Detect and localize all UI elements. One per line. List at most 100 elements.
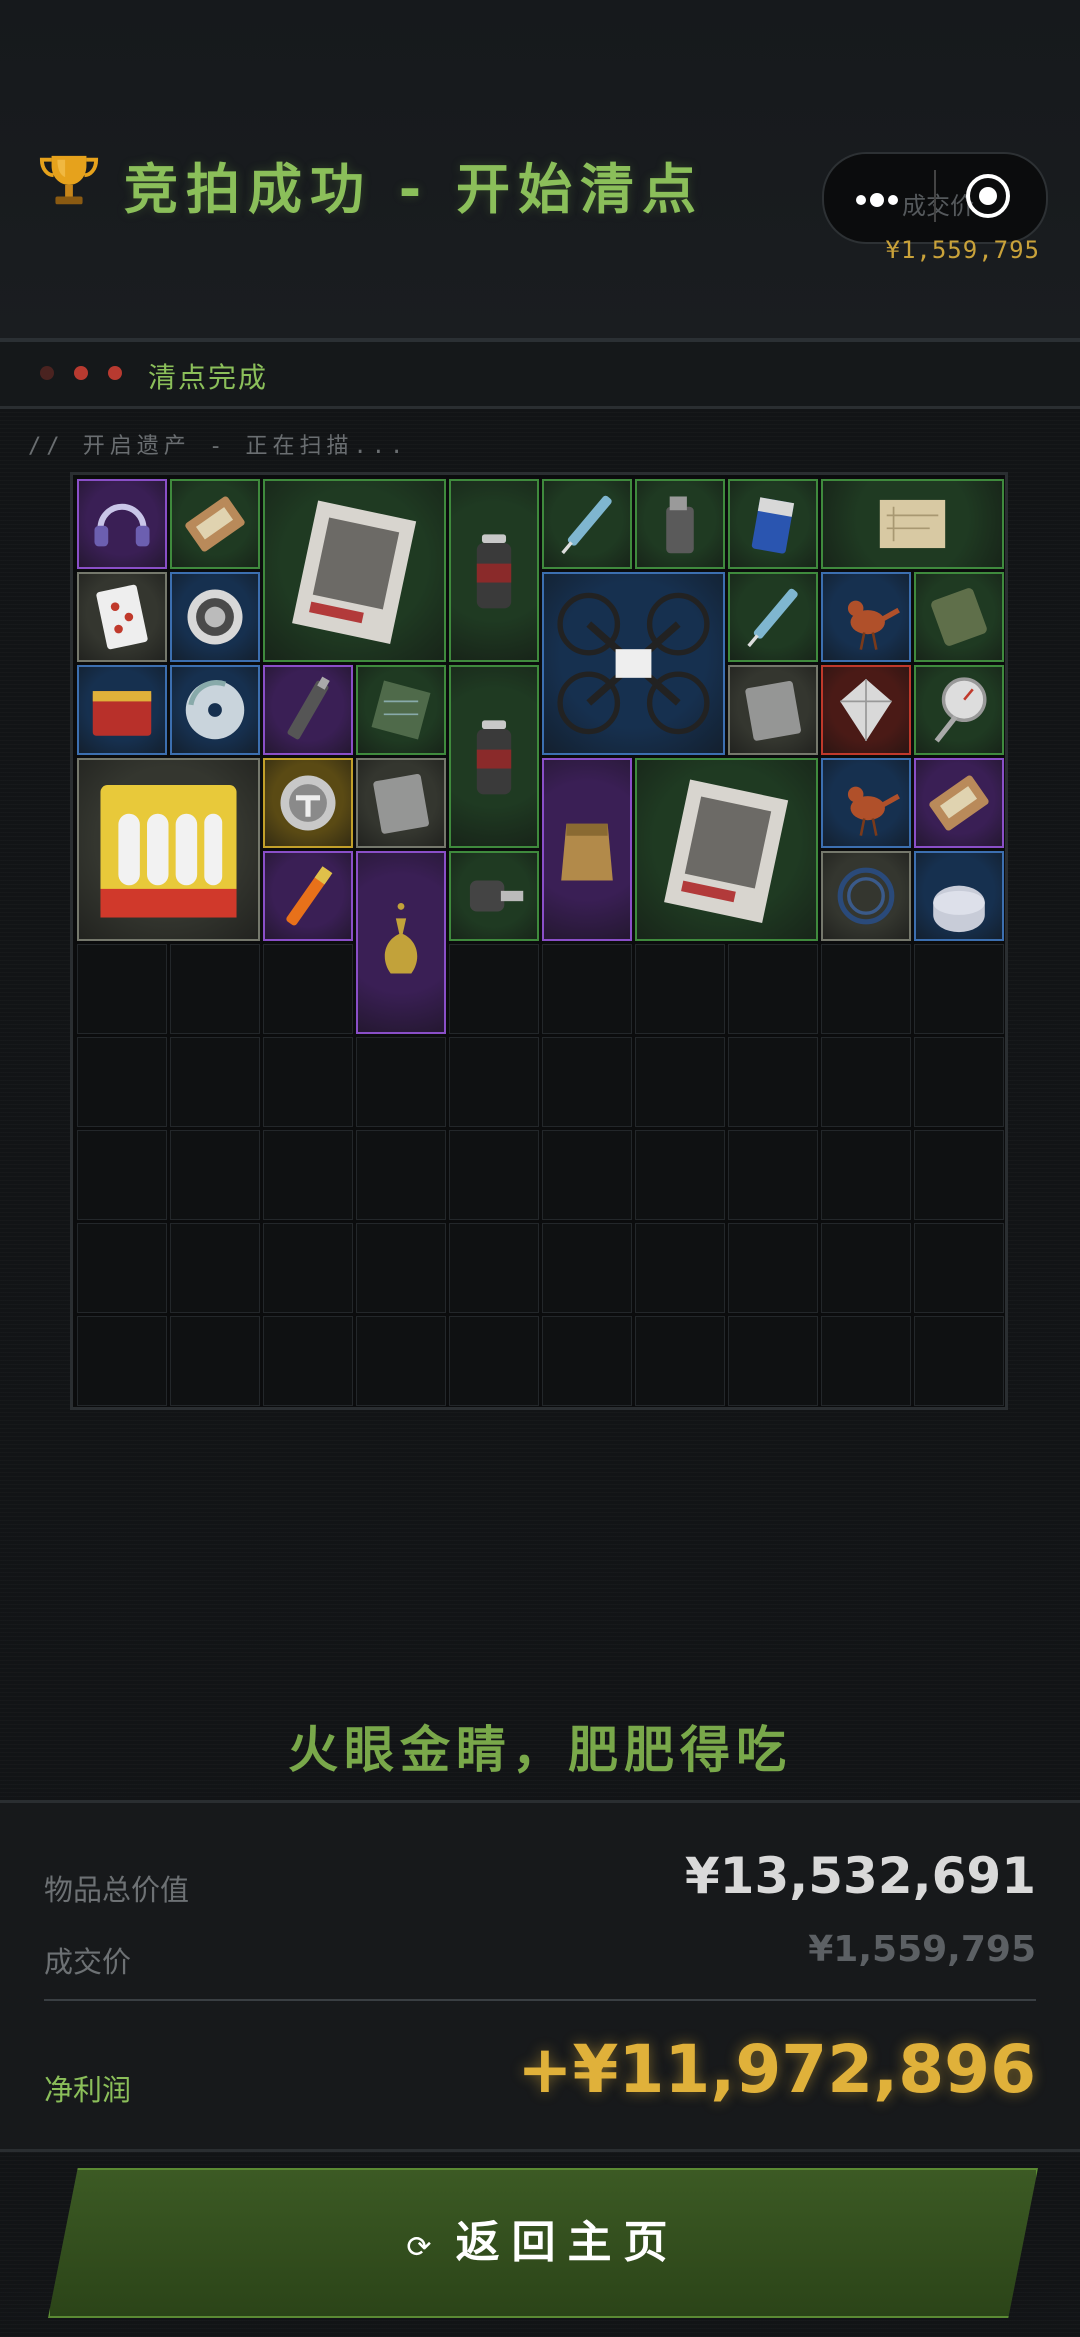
grid-cell [263, 944, 353, 1034]
item-magazine-2[interactable] [635, 758, 818, 941]
item-syringe[interactable] [542, 479, 632, 569]
magazine-icon [664, 779, 789, 923]
item-spray-can[interactable] [449, 479, 539, 662]
item-leather-pouch[interactable] [542, 758, 632, 941]
disc-icon [185, 680, 245, 740]
return-home-button[interactable]: ⟳ 返回主页 [48, 2168, 1038, 2318]
grid-cell [728, 1037, 818, 1127]
grid-cell [263, 1223, 353, 1313]
cable-icon [837, 867, 895, 925]
page-title-text: 竞拍成功 - 开始清点 [124, 158, 705, 221]
grid-cell [449, 1316, 539, 1406]
item-plastic-bag[interactable] [728, 665, 818, 755]
return-home-inner[interactable]: ⟳ 返回主页 [50, 2170, 1036, 2316]
item-drone[interactable] [542, 572, 725, 755]
item-gold-emblem[interactable] [263, 758, 353, 848]
item-playing-card[interactable] [77, 572, 167, 662]
gauge-icon [934, 677, 987, 743]
flare-icon [286, 866, 333, 926]
key-icon [469, 880, 524, 912]
item-battery[interactable] [728, 479, 818, 569]
spray-can-icon [476, 534, 512, 609]
inventory-grid [70, 472, 1008, 1410]
spray-can-icon [476, 720, 512, 795]
grid-cell [542, 1037, 632, 1127]
grid-cell [77, 1037, 167, 1127]
close-target-icon[interactable] [966, 174, 1010, 218]
grid-cell [449, 1037, 539, 1127]
grid-cell [356, 1130, 446, 1220]
pouch-icon [561, 823, 613, 881]
item-headset[interactable] [77, 479, 167, 569]
item-syringe-2[interactable] [728, 572, 818, 662]
item-circuit-chip[interactable] [356, 665, 446, 755]
item-candle-pack[interactable] [77, 758, 260, 941]
capsule-deal-label: 成交价 [902, 192, 974, 220]
grid-cell [77, 944, 167, 1034]
grid-cell [77, 1130, 167, 1220]
item-magazine[interactable] [263, 479, 446, 662]
gem-icon [840, 679, 892, 741]
syringe-icon [747, 588, 798, 648]
grid-cell [356, 1316, 446, 1406]
item-map-scroll[interactable] [821, 479, 1004, 569]
item-ration-bar[interactable] [170, 479, 260, 569]
grid-cell [542, 1316, 632, 1406]
grid-cell [914, 1037, 1004, 1127]
grid-cell [635, 1316, 725, 1406]
syringe-icon [561, 495, 612, 555]
header-deal-price: ¥1,559,795 [885, 236, 1040, 264]
tape-icon [933, 885, 985, 933]
grid-cell [728, 1316, 818, 1406]
item-pressure-gauge[interactable] [914, 665, 1004, 755]
summary-panel: 物品总价值 ¥13,532,691 成交价 ¥1,559,795 净利润 +¥1… [0, 1800, 1080, 2152]
magazine-icon [292, 500, 417, 644]
coin-icon [187, 589, 243, 645]
slogan: 火眼金睛，肥肥得吃 [288, 1721, 792, 1779]
grid-cell [77, 1223, 167, 1313]
item-coin-badge[interactable] [170, 572, 260, 662]
bird-icon [847, 600, 900, 650]
grid-cell [170, 1130, 260, 1220]
grid-cell [449, 1130, 539, 1220]
status-dot [108, 366, 122, 380]
item-mre-pack[interactable] [914, 572, 1004, 662]
item-tea-tin[interactable] [77, 665, 167, 755]
total-value: ¥13,532,691 [684, 1847, 1036, 1905]
grid-cell [170, 1223, 260, 1313]
grid-cell [542, 1223, 632, 1313]
grid-cell [542, 944, 632, 1034]
item-flare[interactable] [263, 851, 353, 941]
grid-cell [356, 1223, 446, 1313]
grid-cell [170, 1316, 260, 1406]
item-foil-packet[interactable] [356, 758, 446, 848]
grid-cell [728, 1223, 818, 1313]
more-icon[interactable] [855, 192, 899, 208]
item-hookah-vase[interactable] [356, 851, 446, 1034]
vase-icon [384, 902, 418, 974]
item-lighter[interactable] [635, 479, 725, 569]
item-bird-figurine[interactable] [821, 572, 911, 662]
title-block: 竞拍成功 - 开始清点 [38, 150, 718, 230]
item-cable-coil[interactable] [821, 851, 911, 941]
item-car-key[interactable] [449, 851, 539, 941]
item-chocolate-bar[interactable] [914, 758, 1004, 848]
page-title: 竞拍成功 - 开始清点 [38, 155, 705, 221]
item-spray-can-2[interactable] [449, 665, 539, 848]
item-cd-disc[interactable] [170, 665, 260, 755]
emblem-icon [280, 775, 336, 831]
return-home-label: 返回主页 [455, 2217, 680, 2268]
item-usb-stick[interactable] [263, 665, 353, 755]
grid-cell [263, 1316, 353, 1406]
bag-icon [373, 773, 429, 834]
item-bird-figurine-2[interactable] [821, 758, 911, 848]
item-diamond[interactable] [821, 665, 911, 755]
grid-cell [263, 1130, 353, 1220]
battery-icon [751, 497, 795, 554]
deal-price-value: ¥1,559,795 [808, 1929, 1036, 1970]
item-tape-roll[interactable] [914, 851, 1004, 941]
net-profit-value: +¥11,972,896 [517, 2031, 1036, 2108]
status-dot [74, 366, 88, 380]
grid-cell [77, 1316, 167, 1406]
usb-icon [287, 676, 330, 740]
